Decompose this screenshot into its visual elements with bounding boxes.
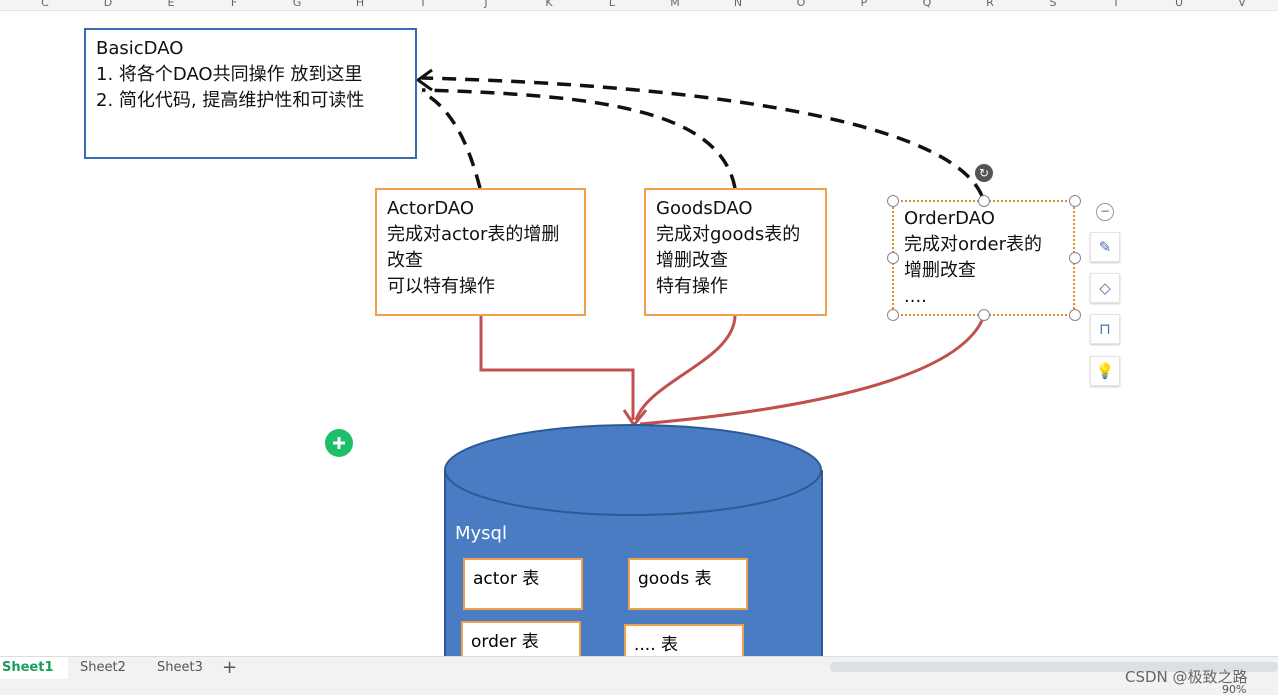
basic-dao-box[interactable]: BasicDAO 1. 将各个DAO共同操作 放到这里 2. 简化代码, 提高维… [84, 28, 417, 159]
order-dao-box[interactable]: OrderDAO 完成对order表的 增删改查 .... [892, 200, 1075, 316]
goods-dao-line: 增删改查 [656, 250, 728, 271]
brush-icon[interactable]: ✎ [1090, 232, 1120, 262]
table-goods[interactable]: goods 表 [628, 558, 748, 610]
actor-dao-line: 改查 [387, 250, 423, 271]
actor-dao-line: 完成对actor表的增删 [387, 224, 560, 245]
goods-dao-line: 完成对goods表的 [656, 224, 801, 245]
add-sheet-button[interactable]: + [222, 657, 237, 678]
tab-sheet3[interactable]: Sheet3 [157, 660, 203, 675]
mysql-label: Mysql [455, 523, 507, 544]
idea-bulb-icon[interactable]: 💡 [1090, 356, 1120, 386]
arrow-actor-db [479, 315, 635, 420]
dashed-arrow-goods [421, 88, 737, 189]
actor-dao-title: ActorDAO [387, 198, 475, 219]
tab-sheet1[interactable]: Sheet1 [0, 657, 68, 679]
order-dao-title: OrderDAO [904, 208, 995, 229]
watermark: CSDN @极致之路 [1125, 668, 1248, 686]
basic-dao-line: 1. 将各个DAO共同操作 放到这里 [96, 64, 363, 85]
collapse-icon[interactable]: − [1096, 203, 1114, 221]
actor-dao-line: 可以特有操作 [387, 276, 495, 297]
goods-dao-line: 特有操作 [656, 276, 728, 297]
sheet-tab-bar: Sheet1 Sheet2 Sheet3 + [0, 656, 1278, 679]
goods-dao-title: GoodsDAO [656, 198, 753, 219]
actor-dao-box[interactable]: ActorDAO 完成对actor表的增删 改查 可以特有操作 [375, 188, 586, 316]
status-bar: 90% [0, 679, 1278, 696]
tab-sheet2[interactable]: Sheet2 [80, 660, 126, 675]
arrow-goods-db [634, 314, 737, 421]
dashed-arrow-order [421, 76, 984, 197]
basic-dao-line: 2. 简化代码, 提高维护性和可读性 [96, 90, 365, 111]
fill-icon[interactable]: ◇ [1090, 273, 1120, 303]
rotate-handle-icon[interactable]: ↻ [975, 164, 993, 182]
dashed-arrow-actor [421, 90, 482, 189]
basic-dao-title: BasicDAO [96, 38, 184, 59]
order-dao-line: 完成对order表的 [904, 234, 1042, 255]
table-actor[interactable]: actor 表 [463, 558, 583, 610]
arrowhead-basic [415, 68, 433, 92]
order-dao-line: .... [904, 286, 927, 307]
cursor-move-icon [325, 429, 353, 457]
order-dao-line: 增删改查 [904, 260, 976, 281]
outline-icon[interactable]: ⊓ [1090, 314, 1120, 344]
goods-dao-box[interactable]: GoodsDAO 完成对goods表的 增删改查 特有操作 [644, 188, 827, 316]
